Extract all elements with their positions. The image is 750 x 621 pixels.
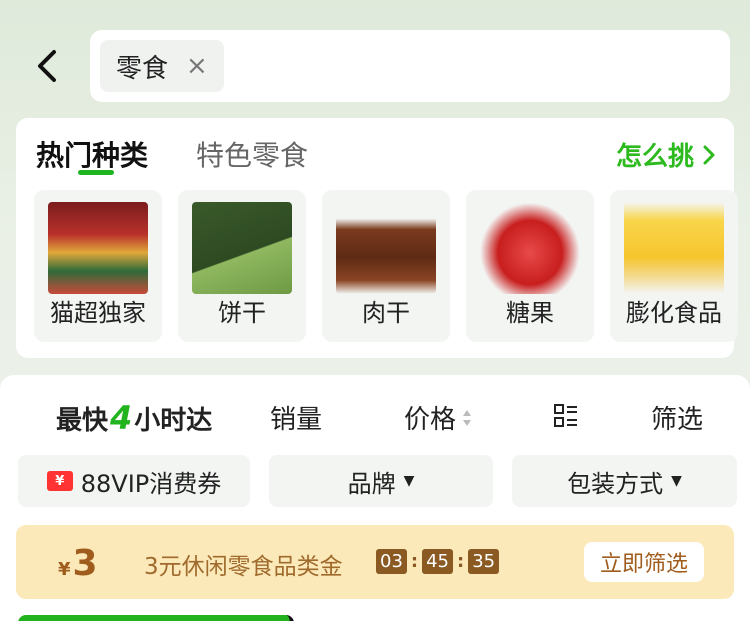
category-label: 糖果: [506, 299, 554, 327]
biscuit-image: [192, 202, 292, 294]
search-tag-label: 零食: [116, 53, 169, 84]
chevron-left-icon: [38, 50, 56, 82]
timer-seconds: 35: [468, 549, 500, 574]
active-tab-indicator: [78, 170, 114, 175]
coupon-badge-icon: ¥: [46, 471, 73, 491]
category-item-biscuit[interactable]: 饼干: [178, 190, 306, 342]
gift-box-image: [48, 202, 148, 294]
chevron-right-icon: [703, 145, 715, 164]
sort-sales[interactable]: 销量: [270, 399, 322, 436]
brand-label: 品牌: [347, 469, 396, 498]
jerky-image: [336, 202, 436, 294]
sort-fastest-delivery[interactable]: 最快 4 小时达: [56, 399, 212, 437]
caret-down-icon: ▼: [671, 473, 682, 489]
category-item-jerky[interactable]: 肉干: [322, 190, 450, 342]
coupon-amount: ¥ 3: [58, 543, 98, 584]
tab-special-snacks[interactable]: 特色零食: [196, 134, 308, 174]
coupon-value: 3: [72, 543, 98, 584]
close-icon[interactable]: ×: [186, 53, 208, 79]
category-item-candy[interactable]: 糖果: [466, 190, 594, 342]
countdown-timer: 03 : 45 : 35: [376, 549, 500, 574]
category-list: 猫超独家 饼干 肉干 糖果 膨化食品: [34, 190, 738, 342]
filter-panel: 最快 4 小时达 销量 价格 筛选 ¥ 88VIP消费券 品牌 ▼ 包装方式 ▼…: [0, 375, 750, 621]
timer-hours: 03: [376, 549, 407, 574]
filter-button[interactable]: 筛选: [651, 399, 703, 436]
timer-separator: :: [457, 551, 465, 572]
candy-image: [480, 202, 580, 294]
category-label: 肉干: [362, 299, 410, 327]
sort-bar: 最快 4 小时达 销量 价格 筛选: [0, 399, 750, 439]
category-label: 饼干: [218, 299, 266, 327]
search-tag[interactable]: 零食 ×: [100, 40, 224, 92]
currency-symbol: ¥: [58, 559, 71, 580]
sort-arrows-icon: [463, 409, 472, 426]
sort-fast-prefix: 最快: [56, 405, 109, 436]
sort-fast-hours: 4: [110, 399, 133, 437]
caret-down-icon: ▼: [403, 473, 415, 489]
how-to-pick-link[interactable]: 怎么挑: [616, 136, 716, 173]
how-to-pick-label: 怎么挑: [615, 142, 694, 172]
brand-dropdown[interactable]: 品牌 ▼: [269, 455, 493, 507]
category-item-puffed[interactable]: 膨化食品: [610, 190, 738, 342]
vip-coupon-label: 88VIP消费券: [80, 469, 222, 498]
apply-filter-button[interactable]: 立即筛选: [584, 542, 704, 582]
search-input[interactable]: 零食 ×: [90, 30, 730, 102]
sort-price-label: 价格: [404, 405, 457, 435]
view-toggle[interactable]: [553, 403, 579, 429]
category-label: 膨化食品: [626, 299, 722, 327]
back-button[interactable]: [30, 44, 64, 88]
list-view-icon: [554, 404, 577, 427]
timer-separator: :: [410, 551, 419, 572]
category-label: 猫超独家: [50, 299, 146, 327]
sort-price[interactable]: 价格: [404, 399, 472, 436]
product-card-edge: [18, 615, 294, 621]
packaging-label: 包装方式: [567, 469, 664, 498]
tab-hot-categories[interactable]: 热门种类: [36, 134, 148, 174]
timer-minutes: 45: [422, 549, 454, 574]
chips-image: [624, 202, 724, 294]
sort-fast-suffix: 小时达: [134, 405, 213, 436]
coupon-banner: ¥ 3 3元休闲零食品类金 03 : 45 : 35 立即筛选: [16, 525, 734, 599]
packaging-dropdown[interactable]: 包装方式 ▼: [512, 455, 737, 507]
category-item-maochao[interactable]: 猫超独家: [34, 190, 162, 342]
vip-coupon-chip[interactable]: ¥ 88VIP消费券: [18, 455, 250, 507]
coupon-description: 3元休闲零食品类金: [144, 554, 343, 580]
category-panel: 热门种类 特色零食 怎么挑 猫超独家 饼干 肉干 糖果 膨化食品: [16, 118, 738, 358]
